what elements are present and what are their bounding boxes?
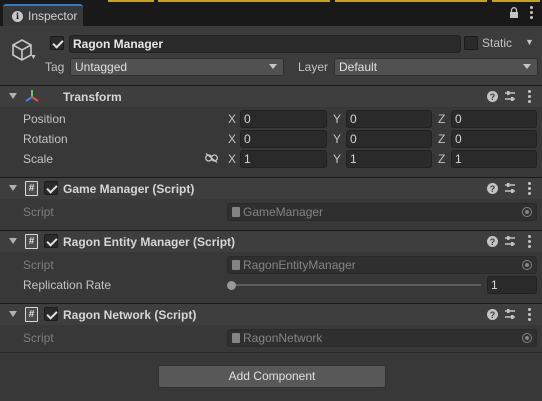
transform-axes-icon	[25, 90, 39, 102]
object-picker-icon[interactable]	[522, 333, 532, 343]
kebab-menu-icon[interactable]	[528, 308, 531, 321]
script-hash-icon: #	[25, 234, 38, 249]
axis-y-label[interactable]: Y	[333, 132, 341, 146]
component-title: Game Manager (Script)	[63, 182, 195, 196]
preset-icon[interactable]	[504, 235, 516, 247]
position-x-field[interactable]: 0	[240, 110, 327, 128]
axis-z-label[interactable]: Z	[438, 112, 445, 126]
link-scale-icon[interactable]	[205, 153, 218, 163]
help-icon[interactable]: ?	[487, 183, 498, 194]
replication-rate-field[interactable]: 1	[487, 276, 537, 294]
position-z-field[interactable]: 0	[451, 110, 537, 128]
script-file-icon	[232, 333, 240, 343]
static-checkbox[interactable]	[464, 36, 478, 50]
tab-inspector-label: Inspector	[28, 9, 78, 23]
script-label: Script	[23, 331, 54, 345]
axis-x-label[interactable]: X	[228, 152, 236, 166]
scale-x-field[interactable]: 1	[240, 150, 327, 168]
component-title: Ragon Entity Manager (Script)	[63, 235, 236, 249]
chevron-down-icon	[523, 64, 531, 69]
axis-y-label[interactable]: Y	[333, 112, 341, 126]
script-object-value: RagonEntityManager	[243, 258, 356, 272]
foldout-arrow-icon[interactable]	[9, 238, 17, 244]
position-y-field[interactable]: 0	[346, 110, 432, 128]
position-label: Position	[23, 112, 66, 126]
divider	[0, 352, 542, 353]
script-object-field[interactable]: RagonEntityManager	[227, 256, 537, 274]
script-object-value: RagonNetwork	[243, 331, 323, 345]
axis-y-label[interactable]: Y	[333, 152, 341, 166]
kebab-menu-icon[interactable]	[528, 182, 531, 195]
script-hash-icon: #	[25, 307, 38, 322]
script-label: Script	[23, 258, 54, 272]
ragon-entity-manager-header[interactable]: # Ragon Entity Manager (Script) ?	[0, 230, 542, 252]
gameobject-name-input[interactable]: Ragon Manager	[69, 35, 461, 53]
replication-rate-label: Replication Rate	[23, 278, 112, 292]
preset-icon[interactable]	[504, 90, 516, 102]
preset-icon[interactable]	[504, 308, 516, 320]
scale-z-field[interactable]: 1	[451, 150, 537, 168]
replication-rate-slider-track[interactable]	[231, 284, 481, 286]
info-icon: i	[12, 10, 23, 22]
tag-dropdown[interactable]: Untagged	[70, 58, 284, 76]
kebab-menu-icon[interactable]	[530, 6, 533, 19]
gameobject-active-checkbox[interactable]	[50, 36, 64, 50]
scale-label: Scale	[23, 152, 54, 166]
lock-icon[interactable]	[509, 7, 519, 18]
ragon-network-header[interactable]: # Ragon Network (Script) ?	[0, 303, 542, 325]
foldout-arrow-icon[interactable]	[9, 185, 17, 191]
object-picker-icon[interactable]	[522, 260, 532, 270]
layer-label: Layer	[298, 60, 329, 74]
axis-z-label[interactable]: Z	[438, 132, 445, 146]
game-manager-header[interactable]: # Game Manager (Script) ?	[0, 177, 542, 199]
rotation-z-field[interactable]: 0	[451, 130, 537, 148]
rotation-y-field[interactable]: 0	[346, 130, 432, 148]
foldout-arrow-icon[interactable]	[9, 93, 17, 99]
script-object-value: GameManager	[243, 205, 324, 219]
axis-x-label[interactable]: X	[228, 132, 236, 146]
object-picker-icon[interactable]	[522, 207, 532, 217]
preset-icon[interactable]	[504, 182, 516, 194]
component-enabled-checkbox[interactable]	[44, 234, 58, 248]
kebab-menu-icon[interactable]	[528, 235, 531, 248]
foldout-arrow-icon[interactable]	[9, 311, 17, 317]
tag-dropdown-value: Untagged	[75, 60, 128, 74]
tab-strip-decor	[335, 0, 487, 2]
component-enabled-checkbox[interactable]	[44, 181, 58, 195]
tab-bar: i Inspector	[0, 0, 542, 26]
gameobject-header: ▼ Ragon Manager Static ▼ Tag Untagged La…	[0, 26, 542, 86]
tab-inspector[interactable]: i Inspector	[3, 4, 83, 26]
script-object-field[interactable]: GameManager	[227, 203, 537, 221]
rotation-x-field[interactable]: 0	[240, 130, 327, 148]
help-icon[interactable]: ?	[487, 236, 498, 247]
layer-dropdown-value: Default	[339, 60, 378, 74]
rotation-label: Rotation	[23, 132, 68, 146]
transform-title: Transform	[63, 90, 122, 104]
scale-y-field[interactable]: 1	[346, 150, 432, 168]
component-title: Ragon Network (Script)	[63, 308, 197, 322]
transform-header[interactable]: Transform ?	[0, 85, 542, 107]
icon-dropdown-arrow-icon[interactable]: ▼	[30, 54, 37, 61]
script-file-icon	[232, 260, 240, 270]
script-label: Script	[23, 205, 54, 219]
tab-strip-decor	[108, 0, 154, 2]
help-icon[interactable]: ?	[487, 309, 498, 320]
script-hash-icon: #	[25, 181, 38, 196]
static-dropdown-arrow-icon[interactable]: ▼	[525, 37, 534, 47]
axis-z-label[interactable]: Z	[438, 152, 445, 166]
layer-dropdown[interactable]: Default	[334, 58, 538, 76]
component-enabled-checkbox[interactable]	[44, 307, 58, 321]
add-component-button[interactable]: Add Component	[158, 365, 386, 388]
tag-label: Tag	[45, 60, 65, 74]
chevron-down-icon	[269, 64, 277, 69]
replication-rate-slider-thumb[interactable]	[227, 281, 236, 290]
script-file-icon	[232, 207, 240, 217]
axis-x-label[interactable]: X	[228, 112, 236, 126]
script-object-field[interactable]: RagonNetwork	[227, 329, 537, 347]
help-icon[interactable]: ?	[487, 91, 498, 102]
kebab-menu-icon[interactable]	[528, 90, 531, 103]
tab-strip-decor	[492, 0, 540, 2]
static-label: Static	[482, 36, 513, 50]
tab-strip-decor	[158, 0, 330, 2]
